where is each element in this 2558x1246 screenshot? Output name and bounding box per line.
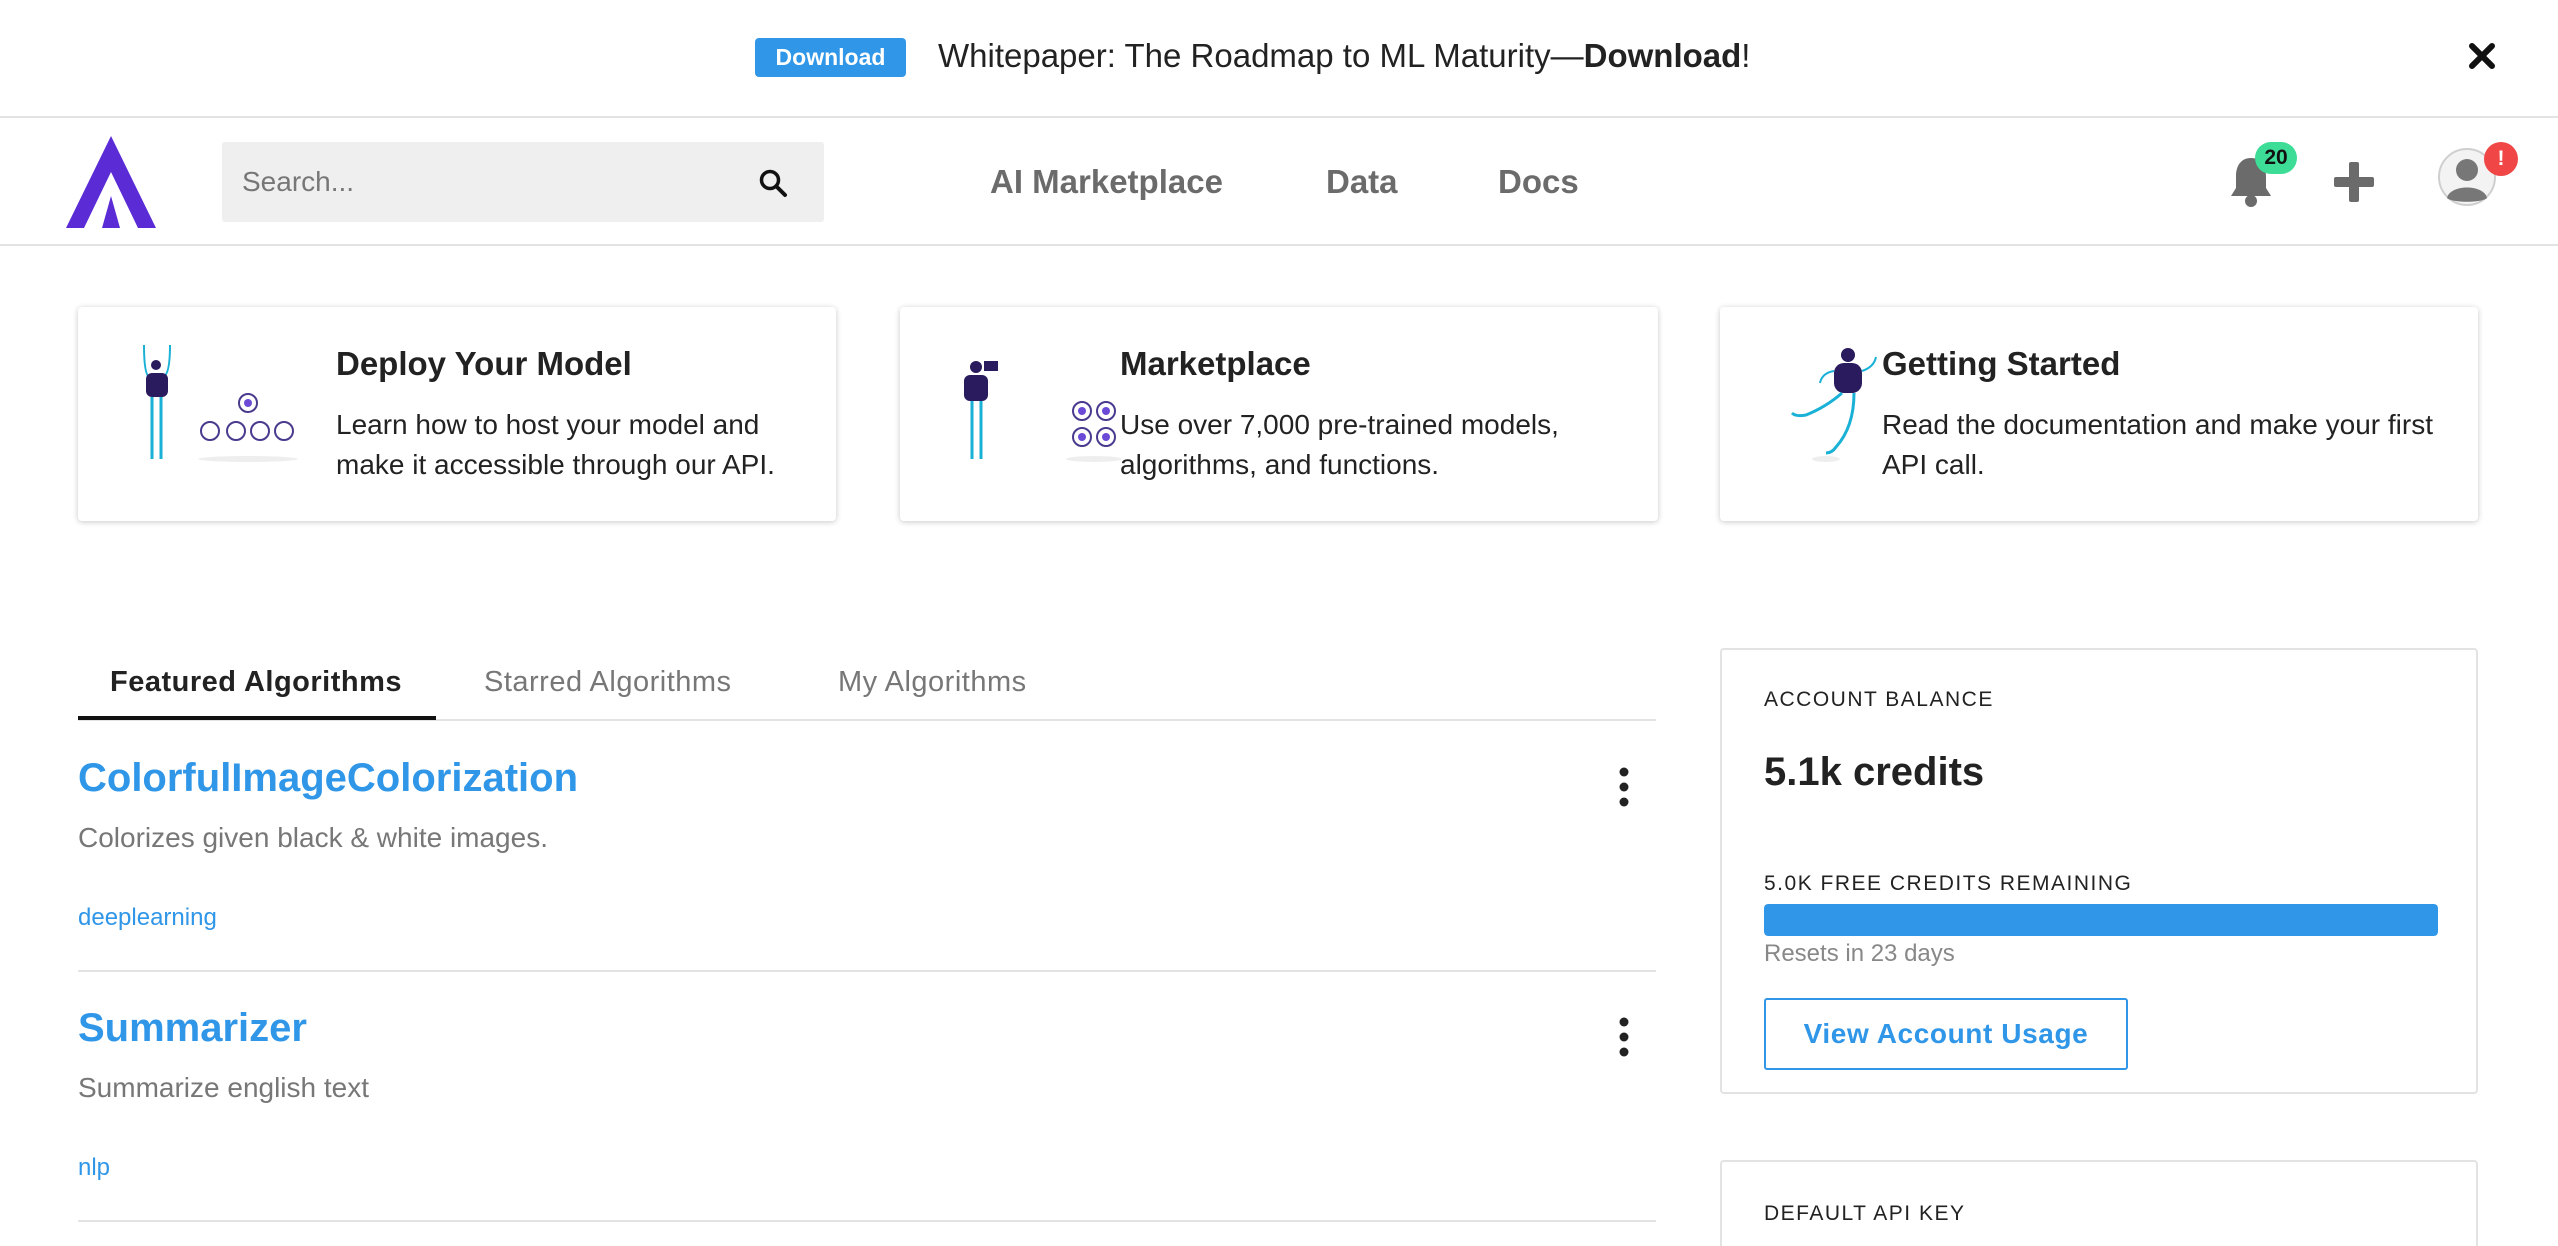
profile-alert-badge: !	[2484, 142, 2518, 176]
free-credits-label: 5.0K FREE CREDITS REMAINING	[1764, 872, 2133, 895]
banner-download-button[interactable]: Download	[755, 38, 906, 77]
card-description: Use over 7,000 pre-trained models, algor…	[1120, 409, 1559, 480]
search-icon[interactable]	[758, 168, 788, 198]
account-balance-heading: ACCOUNT BALANCE	[1764, 688, 1994, 711]
banner-text-suffix: !	[1741, 37, 1751, 74]
search-input[interactable]	[242, 142, 742, 222]
banner-text-bold: Download	[1583, 37, 1742, 74]
view-account-usage-button[interactable]: View Account Usage	[1764, 998, 2128, 1070]
card-marketplace[interactable]: Marketplace Use over 7,000 pre-trained m…	[900, 307, 1658, 521]
nav-link-docs[interactable]: Docs	[1498, 162, 1579, 202]
free-credits-progress-bar	[1764, 904, 2438, 936]
list-divider	[78, 1220, 1656, 1222]
search-box	[222, 142, 824, 222]
close-icon[interactable]	[2462, 36, 2502, 76]
tab-featured-algorithms[interactable]: Featured Algorithms	[110, 666, 402, 699]
logo-icon[interactable]	[66, 136, 156, 228]
banner-text-prefix: Whitepaper: The Roadmap to ML Maturity—	[938, 37, 1584, 74]
plus-icon[interactable]	[2334, 162, 2374, 202]
list-divider	[78, 970, 1656, 972]
algorithm-description: Colorizes given black & white images.	[78, 822, 548, 853]
tab-my-algorithms[interactable]: My Algorithms	[838, 666, 1027, 699]
banner-text[interactable]: Whitepaper: The Roadmap to ML Maturity—D…	[938, 36, 1750, 76]
api-key-heading: DEFAULT API KEY	[1764, 1202, 1966, 1225]
free-credits-progress-fill	[1764, 904, 2438, 936]
announcement-banner: Download Whitepaper: The Roadmap to ML M…	[0, 0, 2558, 118]
card-deploy-model[interactable]: Deploy Your Model Learn how to host your…	[78, 307, 836, 521]
more-options-icon[interactable]	[1610, 1014, 1638, 1060]
credit-balance: 5.1k credits	[1764, 750, 1985, 794]
top-navbar: AI Marketplace Data Docs 20 !	[0, 120, 2558, 246]
account-balance-panel: ACCOUNT BALANCE 5.1k credits 5.0K FREE C…	[1720, 648, 2478, 1094]
credits-reset-text: Resets in 23 days	[1764, 940, 1955, 967]
algorithm-title-link[interactable]: Summarizer	[78, 1006, 307, 1051]
card-title: Deploy Your Model	[336, 345, 632, 382]
more-options-icon[interactable]	[1610, 764, 1638, 810]
active-tab-indicator	[78, 716, 436, 720]
card-title: Marketplace	[1120, 345, 1311, 382]
card-description: Read the documentation and make your fir…	[1882, 409, 2433, 480]
tab-starred-algorithms[interactable]: Starred Algorithms	[484, 666, 732, 699]
card-getting-started[interactable]: Getting Started Read the documentation a…	[1720, 307, 2478, 521]
marketplace-illustration-icon	[964, 361, 1122, 462]
nav-link-ai-marketplace[interactable]: AI Marketplace	[990, 162, 1223, 202]
deploy-illustration-icon	[143, 344, 298, 462]
nav-link-data[interactable]: Data	[1326, 162, 1398, 202]
algorithm-description: Summarize english text	[78, 1072, 370, 1103]
api-key-panel: DEFAULT API KEY	[1720, 1160, 2478, 1246]
algorithm-tag-link[interactable]: nlp	[78, 1154, 110, 1182]
card-description: Learn how to host your model and make it…	[336, 409, 775, 480]
algorithm-tag-link[interactable]: deeplearning	[78, 904, 217, 932]
algorithm-title-link[interactable]: ColorfulImageColorization	[78, 756, 578, 801]
notification-count-badge: 20	[2255, 142, 2297, 174]
card-title: Getting Started	[1882, 345, 2121, 382]
